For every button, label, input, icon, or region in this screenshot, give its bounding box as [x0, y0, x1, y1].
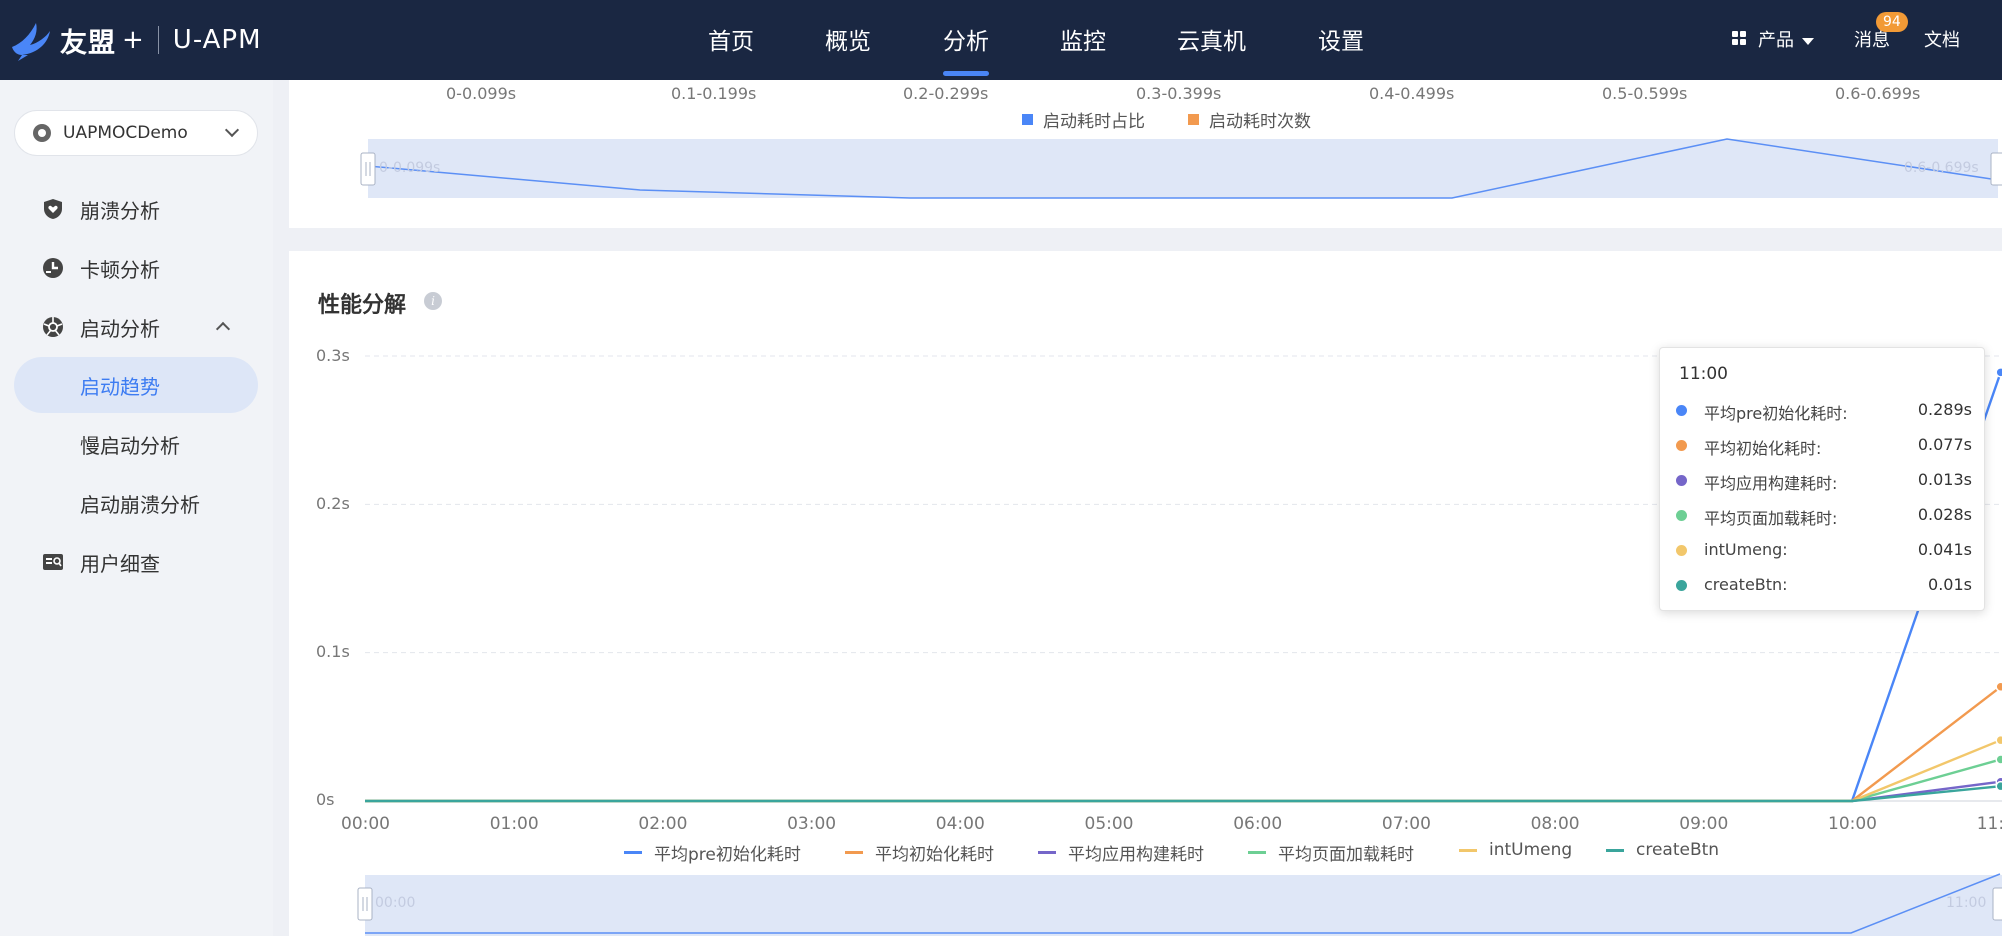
tooltip-series-name: createBtn:: [1704, 575, 1788, 594]
legend-label: 平均初始化耗时: [875, 845, 994, 865]
legend-label: 平均pre初始化耗时: [654, 845, 801, 865]
series-point[interactable]: [1995, 754, 2002, 765]
tooltip-series-value: 0.041s: [1917, 540, 1972, 559]
series-line: [365, 780, 2001, 803]
series-line: [365, 739, 2002, 803]
series-dot-icon: [1676, 545, 1687, 556]
tooltip-row: createBtn: 0.01s: [1676, 573, 1972, 597]
tooltip-title: 11:00: [1679, 364, 1728, 384]
legend-item[interactable]: 平均应用构建耗时: [1038, 840, 1204, 865]
legend-label: 平均页面加载耗时: [1278, 845, 1414, 865]
series-dot-icon: [1676, 440, 1687, 451]
tooltip-series-name: 平均应用构建耗时:: [1704, 474, 1838, 493]
legend-item[interactable]: createBtn: [1606, 840, 1719, 860]
legend-label: createBtn: [1636, 840, 1720, 860]
legend-item[interactable]: 平均pre初始化耗时: [624, 840, 801, 865]
tooltip-series-value: 0.289s: [1917, 400, 1972, 419]
bottom-slider-start-label: 00:00: [375, 895, 416, 911]
chart-tooltip: 11:00 平均pre初始化耗时: 0.289s 平均初始化耗时: 0.077s 平均应…: [1659, 347, 1985, 611]
series-point[interactable]: [1995, 367, 2002, 378]
tooltip-row: 平均初始化耗时: 0.077s: [1676, 433, 1972, 458]
legend-line-icon: [845, 851, 863, 854]
series-line: [365, 685, 2002, 803]
series-dot-icon: [1676, 475, 1687, 486]
legend-item[interactable]: 平均初始化耗时: [845, 840, 994, 865]
tooltip-series-value: 0.077s: [1917, 435, 1972, 454]
tooltip-series-name: 平均页面加载耗时:: [1704, 509, 1838, 528]
tooltip-row: 平均页面加载耗时: 0.028s: [1676, 503, 1972, 528]
series-point[interactable]: [1995, 780, 2002, 792]
series-dot-icon: [1676, 580, 1687, 591]
legend-item[interactable]: 平均页面加载耗时: [1248, 840, 1414, 865]
tooltip-row: intUmeng: 0.041s: [1676, 538, 1972, 562]
legend-line-icon: [1038, 851, 1056, 854]
series-point[interactable]: [1995, 681, 2002, 693]
tooltip-series-value: 0.028s: [1917, 505, 1972, 524]
legend-item[interactable]: intUmeng: [1459, 840, 1572, 860]
tooltip-series-name: 平均pre初始化耗时:: [1704, 404, 1848, 423]
tooltip-series-value: 0.01s: [1928, 575, 1972, 594]
series-dot-icon: [1676, 510, 1687, 521]
series-point[interactable]: [1995, 734, 2002, 746]
legend-line-icon: [1459, 848, 1477, 852]
tooltip-series-value: 0.013s: [1917, 470, 1972, 489]
series-line: [365, 784, 2001, 803]
legend-line-icon: [624, 851, 642, 854]
tooltip-series-name: intUmeng:: [1704, 540, 1788, 559]
series-line: [365, 758, 2002, 803]
legend-line-icon: [1606, 848, 1624, 852]
series-dot-icon: [1676, 405, 1687, 416]
legend-line-icon: [1248, 851, 1266, 854]
legend-label: intUmeng: [1489, 840, 1573, 860]
tooltip-row: 平均应用构建耗时: 0.013s: [1676, 468, 1972, 493]
tooltip-row: 平均pre初始化耗时: 0.289s: [1676, 398, 1972, 423]
tooltip-series-name: 平均初始化耗时:: [1704, 439, 1822, 458]
legend-label: 平均应用构建耗时: [1068, 845, 1204, 865]
bottom-slider-end-label: 11:00: [1946, 895, 1987, 911]
